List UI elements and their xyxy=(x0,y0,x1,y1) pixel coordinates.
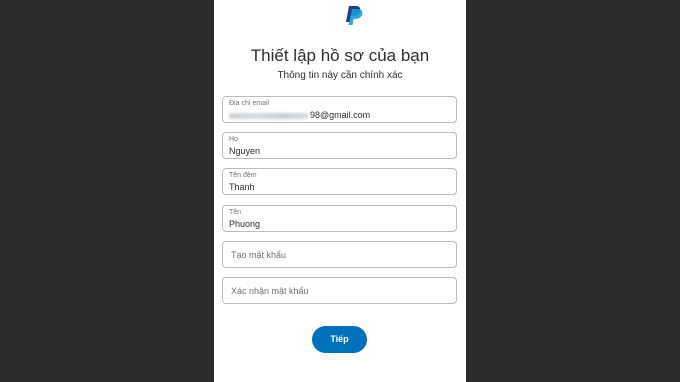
paypal-logo-icon xyxy=(346,6,363,25)
first-name-value: Phuong xyxy=(229,219,261,229)
first-name-field[interactable]: Tên Phuong xyxy=(222,205,457,232)
page-subtitle: Thông tin này cần chính xác xyxy=(277,70,403,81)
email-label: Địa chỉ email xyxy=(229,100,270,107)
last-name-value: Nguyen xyxy=(229,146,261,156)
middle-name-label: Tên đệm xyxy=(229,172,257,179)
password-field[interactable]: Tạo mật khẩu xyxy=(222,241,457,268)
next-button[interactable]: Tiếp xyxy=(312,326,367,353)
email-value: 98@gmail.com xyxy=(229,110,370,120)
page-title: Thiết lập hồ sơ của bạn xyxy=(250,46,430,65)
confirm-password-placeholder: Xác nhận mật khẩu xyxy=(231,286,309,296)
middle-name-field[interactable]: Tên đệm Thanh xyxy=(222,168,457,195)
last-name-field[interactable]: Họ Nguyen xyxy=(222,132,457,159)
middle-name-value: Thanh xyxy=(229,182,255,192)
first-name-label: Tên xyxy=(229,209,242,216)
signup-panel: Thiết lập hồ sơ của bạn Thông tin này cầ… xyxy=(214,0,466,382)
confirm-password-field[interactable]: Xác nhận mật khẩu xyxy=(222,277,457,304)
email-field[interactable]: Địa chỉ email 98@gmail.com xyxy=(222,96,457,123)
password-placeholder: Tạo mật khẩu xyxy=(231,250,287,260)
redacted-email-blur xyxy=(229,112,309,119)
last-name-label: Họ xyxy=(229,136,238,143)
